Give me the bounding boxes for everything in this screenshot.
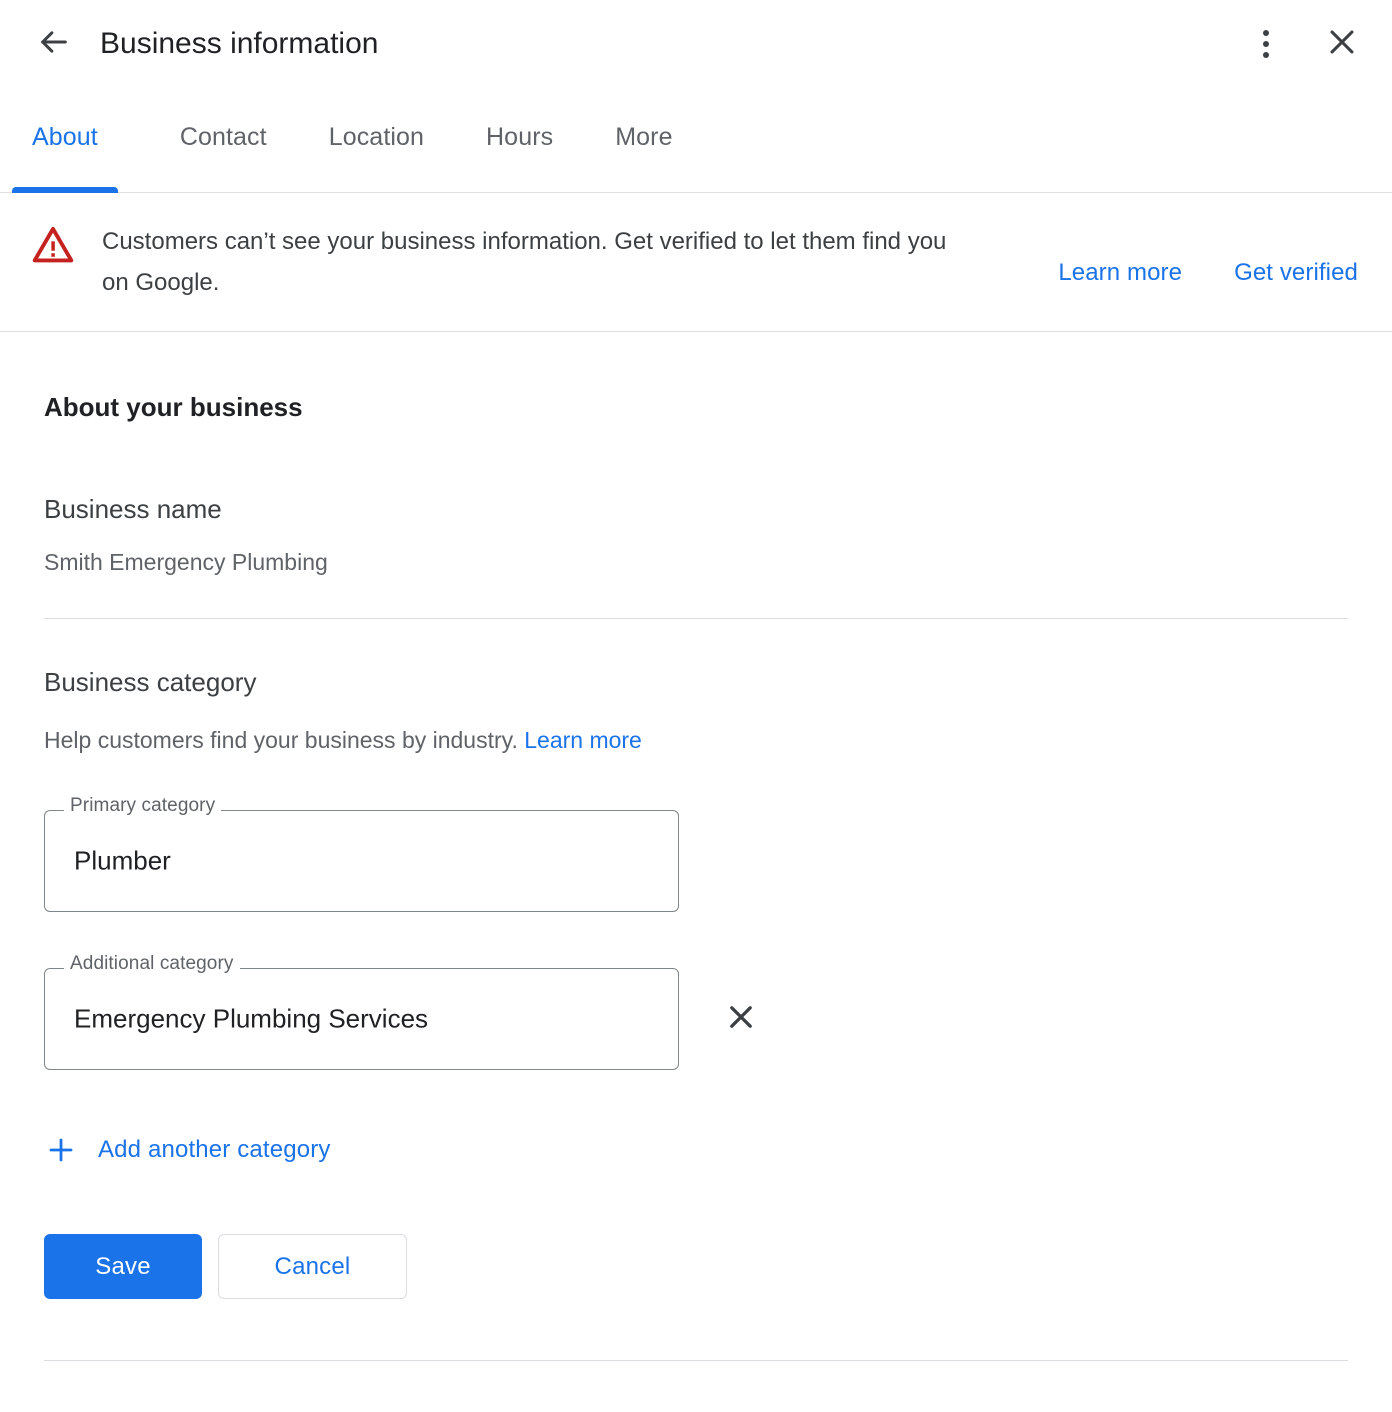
more-vert-icon xyxy=(1263,30,1269,58)
header-actions xyxy=(1242,20,1366,68)
tab-hours[interactable]: Hours xyxy=(466,88,573,193)
tab-contact[interactable]: Contact xyxy=(160,88,287,193)
primary-category-field[interactable]: Primary category Plumber xyxy=(44,795,679,912)
cancel-button[interactable]: Cancel xyxy=(218,1234,407,1299)
close-icon xyxy=(1325,25,1359,64)
close-button[interactable] xyxy=(1318,20,1366,68)
tab-location[interactable]: Location xyxy=(309,88,444,193)
tab-about[interactable]: About xyxy=(12,88,118,193)
get-verified-link[interactable]: Get verified xyxy=(1234,259,1358,287)
bottom-divider xyxy=(44,1360,1348,1361)
additional-category-label: Additional category xyxy=(70,953,234,974)
close-icon xyxy=(724,1000,758,1039)
business-name-label: Business name xyxy=(44,494,222,524)
primary-category-label: Primary category xyxy=(70,795,216,816)
business-name-value[interactable]: Smith Emergency Plumbing xyxy=(44,549,1348,576)
dialog-header: Business information xyxy=(0,0,1392,88)
back-button[interactable] xyxy=(30,20,78,68)
about-panel: About your business Business name Smith … xyxy=(0,392,1392,1361)
tab-hours-label: Hours xyxy=(486,123,554,151)
form-actions: Save Cancel xyxy=(44,1234,1348,1299)
save-button[interactable]: Save xyxy=(44,1234,202,1299)
arrow-back-icon xyxy=(37,25,71,64)
remove-additional-category-button[interactable] xyxy=(715,993,767,1045)
warning-triangle-icon xyxy=(30,223,76,267)
add-another-category-button[interactable]: Add another category xyxy=(44,1133,331,1167)
section-title: About your business xyxy=(44,392,303,422)
tab-contact-label: Contact xyxy=(179,123,267,151)
tab-more[interactable]: More xyxy=(595,88,692,193)
section-divider xyxy=(44,618,1348,619)
primary-category-row: Primary category Plumber xyxy=(44,754,1348,912)
category-learn-more-link[interactable]: Learn more xyxy=(524,727,642,753)
banner-actions: Learn more Get verified xyxy=(1058,259,1362,287)
business-category-help: Help customers find your business by ind… xyxy=(44,727,1348,754)
warning-message: Customers can’t see your business inform… xyxy=(102,228,947,296)
additional-category-value: Emergency Plumbing Services xyxy=(74,1003,429,1034)
page-title: Business information xyxy=(100,27,379,60)
plus-icon xyxy=(44,1133,78,1167)
tab-location-label: Location xyxy=(328,123,425,151)
primary-category-value: Plumber xyxy=(74,845,171,876)
add-another-category-label: Add another category xyxy=(98,1136,331,1163)
learn-more-link[interactable]: Learn more xyxy=(1058,259,1182,287)
additional-category-field[interactable]: Additional category Emergency Plumbing S… xyxy=(44,953,679,1070)
tab-bar: About Contact Location Hours More xyxy=(0,88,1392,193)
additional-category-row: Additional category Emergency Plumbing S… xyxy=(44,912,1348,1070)
business-category-help-text: Help customers find your business by ind… xyxy=(44,727,518,753)
business-category-title: Business category xyxy=(44,667,257,697)
verification-warning-banner: Customers can’t see your business inform… xyxy=(0,193,1392,332)
more-options-button[interactable] xyxy=(1242,20,1290,68)
tab-about-label: About xyxy=(32,123,98,151)
tab-more-label: More xyxy=(615,123,673,151)
